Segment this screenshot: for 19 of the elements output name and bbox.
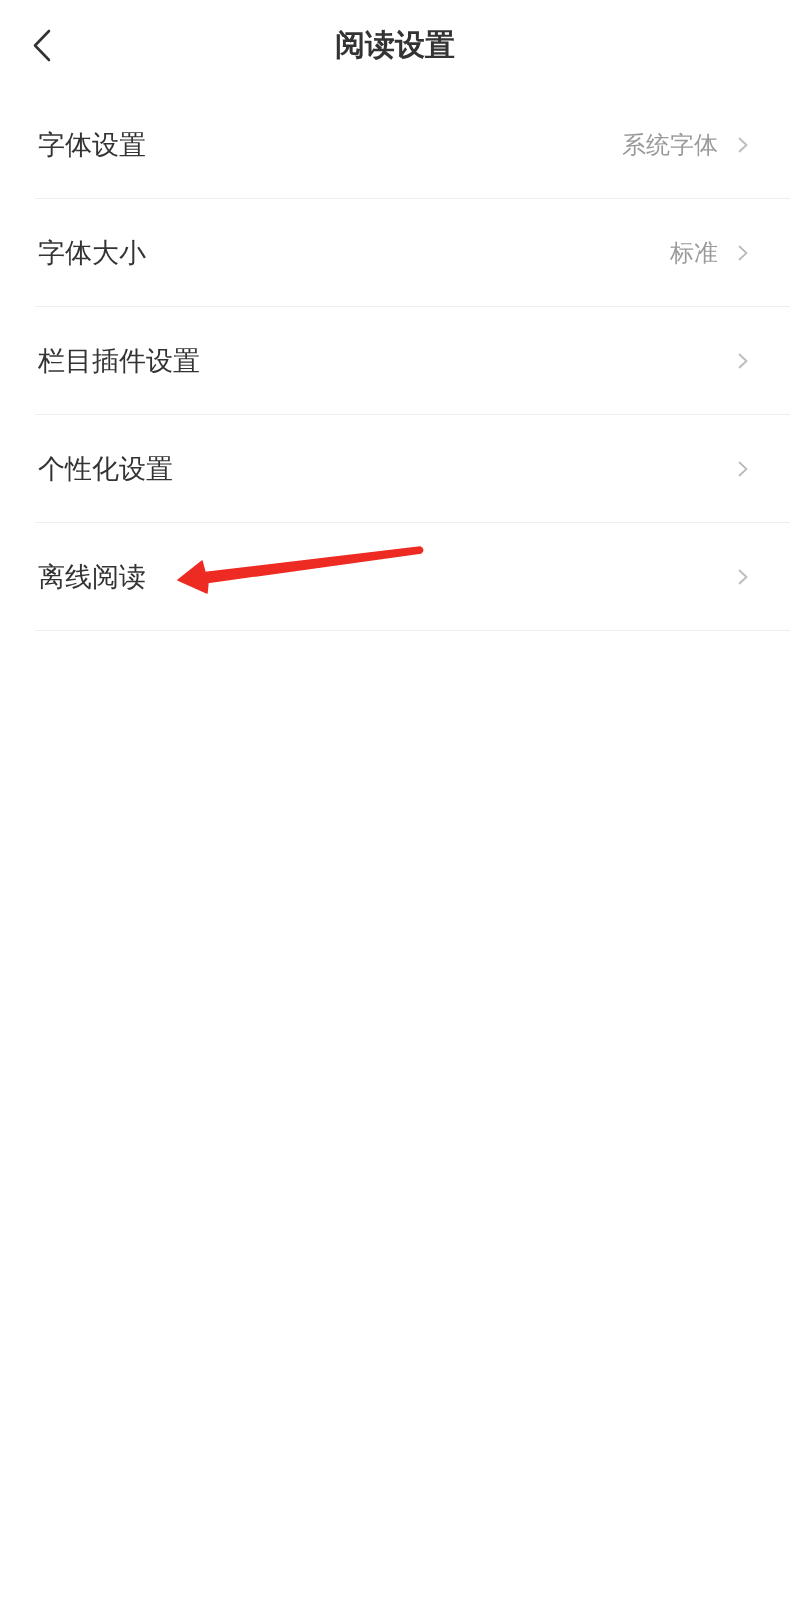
chevron-right-icon xyxy=(738,352,748,369)
setting-label: 栏目插件设置 xyxy=(38,343,200,378)
chevron-right-icon xyxy=(738,460,748,477)
settings-row[interactable]: 字体大小 标准 xyxy=(35,199,790,307)
chevron-right-icon xyxy=(738,244,748,261)
chevron-right-icon xyxy=(738,568,748,585)
back-icon[interactable] xyxy=(33,29,51,62)
setting-value: 标准 xyxy=(670,237,718,269)
setting-label: 字体设置 xyxy=(38,127,146,162)
settings-row[interactable]: 个性化设置 xyxy=(35,415,790,523)
settings-row[interactable]: 栏目插件设置 xyxy=(35,307,790,415)
setting-label: 个性化设置 xyxy=(38,451,173,486)
setting-label: 字体大小 xyxy=(38,235,146,270)
page-title: 阅读设置 xyxy=(335,26,455,64)
setting-label: 离线阅读 xyxy=(38,559,146,594)
setting-value: 系统字体 xyxy=(622,129,718,161)
chevron-right-icon xyxy=(738,136,748,153)
settings-row[interactable]: 字体设置 系统字体 xyxy=(35,91,790,199)
settings-row[interactable]: 离线阅读 xyxy=(35,523,790,631)
